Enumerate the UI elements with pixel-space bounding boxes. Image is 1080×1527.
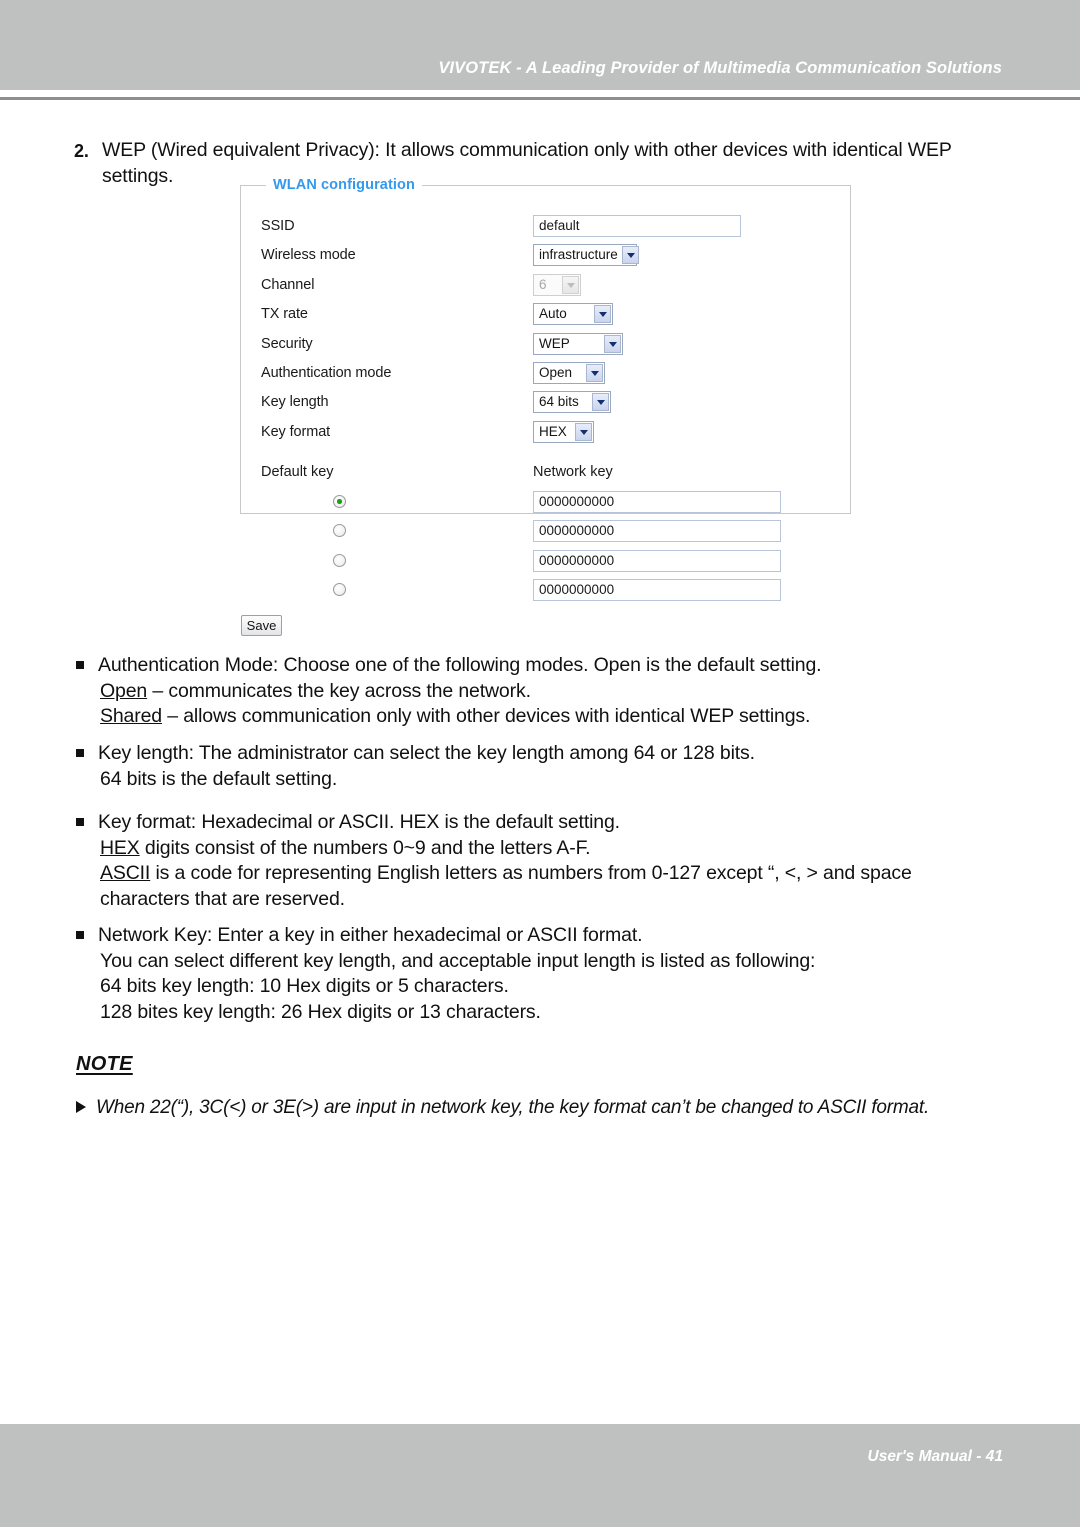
square-bullet-icon <box>76 749 84 757</box>
key-format-select[interactable]: HEX <box>533 420 594 443</box>
chevron-down-icon[interactable] <box>575 422 592 441</box>
networkkey-line-1: Network Key: Enter a key in either hexad… <box>98 924 643 946</box>
keyformat-line-2: HEX digits consist of the numbers 0~9 an… <box>98 836 1046 862</box>
note-text: When 22(“), 3C(<) or 3E(>) are input in … <box>96 1097 930 1118</box>
key-format-label: Key format <box>261 423 331 440</box>
keyformat-line-3: ASCII is a code for representing English… <box>98 861 1046 887</box>
auth-term-shared: Shared <box>100 705 162 727</box>
key-row: 0000000000 <box>261 549 832 579</box>
triangle-bullet-icon <box>76 1101 86 1113</box>
bullet-key-format: Key format: Hexadecimal or ASCII. HEX is… <box>76 810 1046 912</box>
wlan-form-rows: SSID default Wireless mode infrastructur… <box>261 215 832 450</box>
default-key-radio-4[interactable] <box>333 582 346 596</box>
channel-select: 6 <box>533 273 581 296</box>
default-key-radio-1[interactable] <box>333 495 346 508</box>
bullet-network-key: Network Key: Enter a key in either hexad… <box>76 923 1046 1025</box>
auth-rest-shared: – allows communication only with other d… <box>161 705 811 727</box>
authentication-mode-label: Authentication mode <box>261 364 392 381</box>
authentication-mode-select[interactable]: Open <box>533 361 605 384</box>
item-2-line-1: WEP (Wired equivalent Privacy): It allow… <box>102 139 952 161</box>
auth-term-open: Open <box>100 679 148 702</box>
default-key-radio-2[interactable] <box>333 524 346 538</box>
keys-table-header: Default key Network key <box>261 464 832 484</box>
wlan-configuration-panel: WLAN configuration SSID default Wireless… <box>240 177 851 601</box>
keyformat-rest-hex: digits consist of the numbers 0~9 and th… <box>139 836 591 859</box>
bullet-authentication-mode: Authentication Mode: Choose one of the f… <box>76 653 1046 730</box>
save-button[interactable]: Save <box>241 615 282 636</box>
keyformat-term-ascii: ASCII <box>100 862 151 884</box>
tx-rate-label: TX rate <box>261 306 308 323</box>
key-row: 0000000000 <box>261 520 832 549</box>
keyformat-line-1: Key format: Hexadecimal or ASCII. HEX is… <box>98 811 620 833</box>
channel-value: 6 <box>539 276 547 292</box>
security-select[interactable]: WEP <box>533 332 623 355</box>
network-key-input-3[interactable]: 0000000000 <box>533 549 781 572</box>
page-footer-band: User's Manual - 41 <box>0 1424 1080 1527</box>
chevron-down-icon[interactable] <box>586 363 603 382</box>
square-bullet-icon <box>76 661 84 669</box>
key-row: 0000000000 <box>261 578 832 608</box>
keyformat-rest-ascii: is a code for representing English lette… <box>150 862 912 884</box>
keylength-line-2: 64 bits is the default setting. <box>100 767 338 790</box>
wireless-mode-value: infrastructure <box>539 247 618 263</box>
networkkey-line-2: You can select different key length, and… <box>100 949 816 972</box>
page-content: 2. WEP (Wired equivalent Privacy): It al… <box>0 100 1080 1424</box>
security-label: Security <box>261 335 313 352</box>
form-row-tx-rate: TX rate Auto <box>261 303 832 332</box>
channel-label: Channel <box>261 276 315 293</box>
footer-page-label: User's Manual - 41 <box>867 1448 1004 1465</box>
auth-line-3: Shared – allows communication only with … <box>98 704 1046 730</box>
authentication-mode-value: Open <box>539 364 573 380</box>
key-format-value: HEX <box>539 423 567 439</box>
default-key-header: Default key <box>261 464 334 480</box>
form-row-channel: Channel 6 <box>261 273 832 303</box>
numbered-item-2: 2. WEP (Wired equivalent Privacy): It al… <box>74 138 1034 189</box>
tx-rate-value: Auto <box>539 306 567 322</box>
chevron-down-icon[interactable] <box>621 246 639 265</box>
default-key-radio-3[interactable] <box>333 553 346 567</box>
item-number: 2. <box>74 141 89 161</box>
network-key-header: Network key <box>533 464 613 480</box>
square-bullet-icon <box>76 818 84 826</box>
key-length-value: 64 bits <box>539 394 579 410</box>
square-bullet-icon <box>76 931 84 939</box>
ssid-label: SSID <box>261 218 295 234</box>
auth-line-1: Authentication Mode: Choose one of the f… <box>98 654 822 676</box>
keylength-line-1: Key length: The administrator can select… <box>98 742 755 764</box>
chevron-down-icon[interactable] <box>592 393 609 412</box>
form-row-wireless-mode: Wireless mode infrastructure <box>261 244 832 273</box>
chevron-down-icon <box>562 275 579 294</box>
key-length-select[interactable]: 64 bits <box>533 391 611 414</box>
chevron-down-icon[interactable] <box>594 305 611 324</box>
chevron-down-icon[interactable] <box>604 334 621 353</box>
form-row-ssid: SSID default <box>261 215 832 244</box>
key-row: 0000000000 <box>261 491 832 520</box>
ssid-input[interactable]: default <box>533 215 741 237</box>
form-row-key-length: Key length 64 bits <box>261 391 832 420</box>
header-title: VIVOTEK - A Leading Provider of Multimed… <box>438 59 1002 77</box>
bullet-key-length: Key length: The administrator can select… <box>76 741 1046 792</box>
note-heading: NOTE <box>76 1053 133 1075</box>
keyformat-line-4: characters that are reserved. <box>100 887 345 910</box>
networkkey-line-3: 64 bits key length: 10 Hex digits or 5 c… <box>100 975 509 997</box>
keyformat-term-hex: HEX <box>100 836 140 859</box>
security-value: WEP <box>539 335 570 351</box>
auth-rest-open: – communicates the key across the networ… <box>147 679 531 702</box>
networkkey-line-4: 128 bites key length: 26 Hex digits or 1… <box>100 1000 541 1023</box>
network-key-input-4[interactable]: 0000000000 <box>533 578 781 601</box>
wlan-configuration-legend: WLAN configuration <box>266 177 422 193</box>
network-key-input-1[interactable]: 0000000000 <box>533 491 781 513</box>
tx-rate-select[interactable]: Auto <box>533 303 613 326</box>
form-row-key-format: Key format HEX <box>261 420 832 450</box>
wireless-mode-label: Wireless mode <box>261 247 356 264</box>
auth-line-2: Open – communicates the key across the n… <box>98 679 1046 705</box>
wireless-mode-select[interactable]: infrastructure <box>533 244 639 267</box>
network-key-rows: 0000000000 0000000000 0000000000 0000000… <box>261 491 832 608</box>
note-body: When 22(“), 3C(<) or 3E(>) are input in … <box>76 1095 1046 1120</box>
form-row-security: Security WEP <box>261 332 832 362</box>
key-length-label: Key length <box>261 394 329 411</box>
form-row-authentication-mode: Authentication mode Open <box>261 361 832 391</box>
network-key-input-2[interactable]: 0000000000 <box>533 520 781 543</box>
